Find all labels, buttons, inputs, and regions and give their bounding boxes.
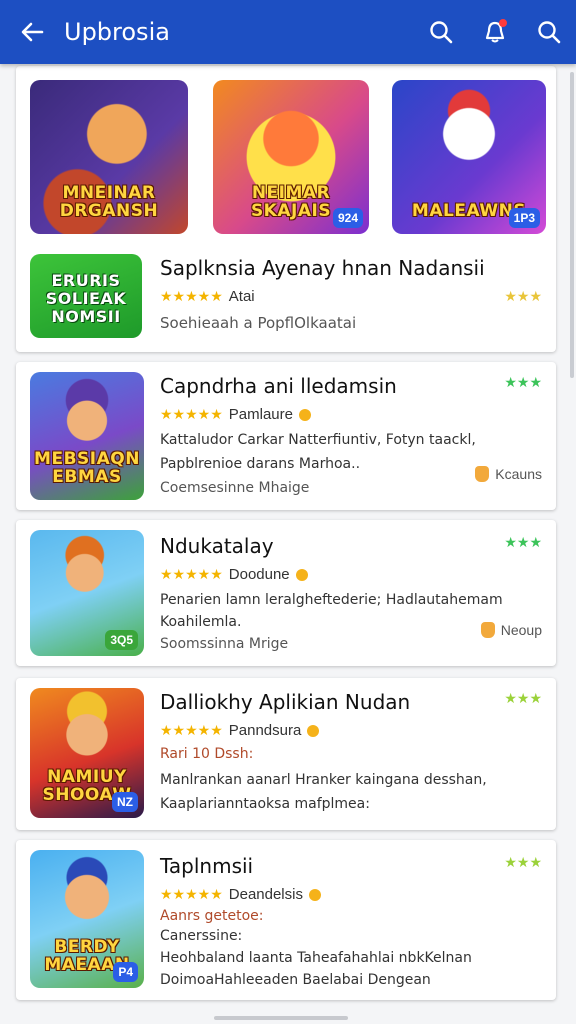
app-title[interactable]: Capndrha ani lledamsin (160, 374, 397, 398)
app-icon[interactable]: MEBSIAQN EBMAS (30, 372, 144, 500)
back-button[interactable] (0, 4, 64, 60)
app-list[interactable]: MNEINAR DRGANSH NEIMAR SKAJAIS 924 MALEA… (0, 64, 576, 1024)
mini-rating: ★★★ (504, 690, 542, 706)
emoji-icon (295, 568, 308, 581)
app-description-line: Koahilemla. (160, 614, 242, 630)
app-icon[interactable]: BERDY MAEAAN P4 (30, 850, 144, 988)
side-action-label: Kcauns (495, 466, 542, 482)
featured-tile-1[interactable]: MNEINAR DRGANSH (30, 80, 188, 234)
featured-tile-caption: MNEINAR DRGANSH (59, 183, 159, 221)
arrow-left-icon (21, 22, 44, 42)
app-bar: Upbrosia (0, 0, 576, 64)
notifications-button[interactable] (468, 4, 522, 60)
rating-label: Panndsura (228, 722, 302, 739)
side-action[interactable]: Kcauns (475, 466, 542, 482)
app-icon-caption: ERURIS SOLIEAK NOMSII (45, 271, 127, 326)
app-rating: ★★★★★ Panndsura (160, 722, 320, 739)
featured-card[interactable]: MNEINAR DRGANSH NEIMAR SKAJAIS 924 MALEA… (16, 66, 556, 352)
search-button-secondary[interactable] (522, 4, 576, 60)
app-rating: ★★★★★ Pamlaure (160, 406, 311, 423)
app-description-line: Manlrankan aanarl Hranker kaingana dessh… (160, 772, 487, 788)
app-description-line: Rari 10 Dssh: (160, 746, 254, 762)
app-icon-badge: P4 (113, 962, 138, 982)
rating-stars: ★★★★★ (160, 566, 223, 582)
rating-label: Doodune (228, 566, 290, 583)
page-title: Upbrosia (64, 18, 170, 46)
app-title[interactable]: Saplknsia Ayenay hnan Nadansii (160, 256, 485, 280)
app-description-line: Aanrs getetoe: (160, 908, 264, 924)
app-developer: Coemsesinne Mhaige (160, 480, 310, 496)
featured-tile-2[interactable]: NEIMAR SKAJAIS 924 (213, 80, 369, 234)
search-button[interactable] (414, 4, 468, 60)
side-action-label: Neoup (500, 622, 542, 638)
home-indicator[interactable] (214, 1016, 348, 1020)
rating-stars: ★★★★★ (160, 886, 223, 902)
emoji-icon (308, 888, 321, 901)
app-rating: ★★★★★ Doodune (160, 566, 308, 583)
app-title[interactable]: Dalliokhy Aplikian Nudan (160, 690, 410, 714)
scrollbar[interactable] (570, 72, 574, 378)
app-icon[interactable]: 3Q5 (30, 530, 144, 656)
search-icon (430, 21, 453, 44)
app-card[interactable]: BERDY MAEAAN P4 Taplnmsii ★★★★★ Deandels… (16, 840, 556, 1000)
mini-rating: ★★★ (504, 374, 542, 390)
featured-tile-3[interactable]: MALEAWNS 1P3 (392, 80, 546, 234)
app-subtitle: Soehieaah a PopflOlkaatai (160, 314, 357, 332)
mini-rating: ★★★ (504, 534, 542, 550)
side-action[interactable]: Neoup (480, 622, 542, 638)
app-rating: ★★★★★ Atai (160, 288, 255, 305)
rating-label: Pamlaure (228, 406, 293, 423)
app-description-line: DoimoaHahleeaden Baelabai Dengean (160, 972, 431, 988)
notification-dot (499, 19, 507, 27)
rating-stars: ★★★★★ (160, 722, 223, 738)
app-icon[interactable]: NAMIUY SHOOAW NZ (30, 688, 144, 818)
rating-stars: ★★★★★ (160, 288, 223, 304)
mini-rating: ★★★ (504, 854, 542, 870)
app-icon-badge: 3Q5 (105, 630, 138, 650)
app-description-line: Kaaplarianntaoksa mafplmea: (160, 796, 370, 812)
app-card[interactable]: 3Q5 Ndukatalay ★★★★★ Doodune Penarien la… (16, 520, 556, 666)
rating-label: Deandelsis (228, 886, 303, 903)
app-developer: Soomssinna Mrige (160, 636, 289, 652)
app-description-line: Heohbaland laanta Taheafahahlai nbkKelna… (160, 950, 472, 966)
app-icon[interactable]: ERURIS SOLIEAK NOMSII (30, 254, 142, 338)
app-description-line: Papblrenioe darans Marhoa.. (160, 456, 361, 472)
app-icon-badge: NZ (112, 792, 138, 812)
hand-icon (475, 466, 490, 482)
app-icon-caption: MEBSIAQN EBMAS (34, 449, 140, 487)
mini-rating: ★★★ (504, 288, 542, 304)
app-description-line: Kattaludor Carkar Natterfiuntiv, Fotyn t… (160, 432, 476, 448)
app-description-line: Penarien lamn leralgheftederie; Hadlauta… (160, 592, 503, 608)
app-card[interactable]: NAMIUY SHOOAW NZ Dalliokhy Aplikian Nuda… (16, 678, 556, 830)
app-title[interactable]: Taplnmsii (160, 854, 253, 878)
app-rating: ★★★★★ Deandelsis (160, 886, 321, 903)
rating-stars: ★★★★★ (160, 406, 223, 422)
app-card[interactable]: MEBSIAQN EBMAS Capndrha ani lledamsin ★★… (16, 362, 556, 510)
emoji-icon (307, 724, 320, 737)
app-title[interactable]: Ndukatalay (160, 534, 274, 558)
featured-tile-badge: 1P3 (508, 208, 540, 228)
emoji-icon (298, 408, 311, 421)
app-description-line: Canerssine: (160, 928, 243, 944)
rating-label: Atai (228, 288, 255, 305)
search-icon (538, 21, 561, 44)
featured-tile-badge: 924 (332, 208, 363, 228)
hand-icon (480, 622, 495, 638)
